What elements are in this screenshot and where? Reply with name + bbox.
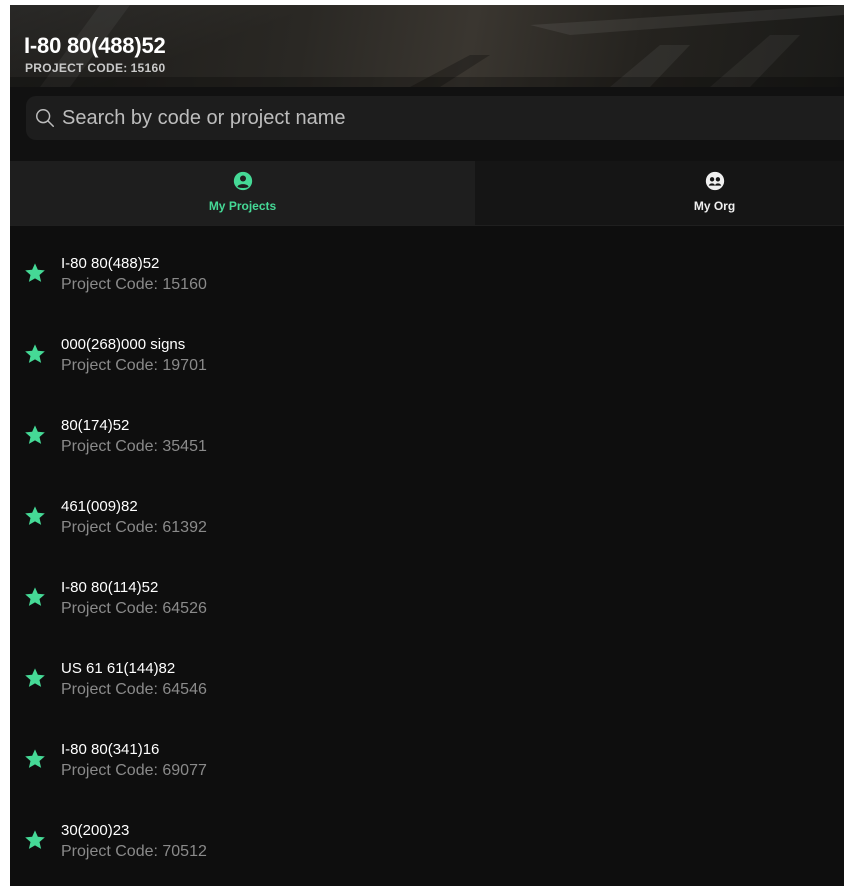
list-item[interactable]: I-80 80(341)16 Project Code: 69077	[10, 712, 844, 793]
project-name: I-80 80(341)16	[61, 741, 160, 758]
list-item[interactable]: 30(200)23 Project Code: 70512	[10, 793, 844, 874]
user-circle-icon	[233, 171, 252, 191]
tab-my-projects[interactable]: My Projects	[10, 161, 475, 225]
project-list: I-80 80(488)52 Project Code: 15160 000(2…	[10, 226, 844, 874]
project-name: I-80 80(114)52	[61, 579, 159, 596]
search-bar	[10, 87, 844, 161]
project-name: 461(009)82	[61, 498, 138, 515]
project-code: Project Code: 70512	[61, 843, 207, 860]
tab-bar: My Projects My Org	[10, 161, 844, 226]
tab-my-org-label: My Org	[693, 199, 736, 213]
page-title: I-80 80(488)52	[24, 33, 166, 58]
app-window: I-80 80(488)52 PROJECT CODE:15160 My Pro…	[10, 5, 844, 886]
project-code: Project Code: 64546	[61, 681, 207, 698]
star-icon[interactable]	[24, 829, 46, 851]
star-icon[interactable]	[24, 586, 46, 608]
project-name: 80(174)52	[61, 417, 130, 434]
group-icon	[705, 171, 724, 191]
project-code: Project Code: 19701	[61, 357, 207, 374]
project-code-value: 15160	[130, 61, 166, 75]
project-header: I-80 80(488)52 PROJECT CODE: 15160	[10, 5, 844, 87]
list-item[interactable]: I-80 80(114)52 Project Code: 64526	[10, 550, 844, 631]
star-icon[interactable]	[24, 262, 46, 284]
search-box[interactable]	[26, 96, 844, 140]
project-name: 000(268)000 signs	[61, 336, 186, 353]
list-item[interactable]: 000(268)000 signs Project Code: 19701	[10, 307, 844, 388]
project-code: Project Code: 64526	[61, 600, 207, 617]
project-code-subtitle: PROJECT CODE: 15160	[25, 61, 165, 75]
project-name: 30(200)23	[61, 822, 130, 839]
tab-my-org[interactable]: My Org	[475, 161, 844, 225]
tab-my-projects-label: My Projects	[208, 199, 277, 213]
project-code: Project Code: 35451	[61, 438, 207, 455]
list-item[interactable]: 461(009)82 Project Code: 61392	[10, 469, 844, 550]
list-item[interactable]: 80(174)52 Project Code: 35451	[10, 388, 844, 469]
project-code-label: PROJECT CODE:	[25, 61, 128, 75]
project-name: US 61 61(144)82	[61, 660, 176, 677]
star-icon[interactable]	[24, 505, 46, 527]
tab-my-org-content: My Org	[584, 161, 735, 213]
project-code: Project Code: 15160	[61, 276, 207, 293]
star-icon[interactable]	[24, 748, 46, 770]
project-code: Project Code: 61392	[61, 519, 207, 536]
search-icon	[36, 109, 54, 127]
list-item[interactable]: US 61 61(144)82 Project Code: 64546	[10, 631, 844, 712]
star-icon[interactable]	[24, 424, 46, 446]
star-icon[interactable]	[24, 667, 46, 689]
list-item[interactable]: I-80 80(488)52 Project Code: 15160	[10, 226, 844, 307]
star-icon[interactable]	[24, 343, 46, 365]
project-name: I-80 80(488)52	[61, 255, 160, 272]
project-code: Project Code: 69077	[61, 762, 207, 779]
search-input[interactable]	[62, 106, 762, 130]
